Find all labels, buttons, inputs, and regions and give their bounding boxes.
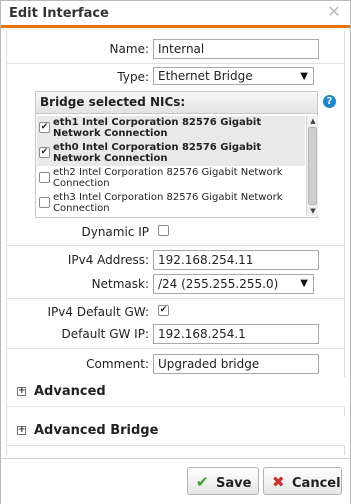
nic-checkbox-eth0[interactable]: ✔	[39, 147, 50, 158]
nic-label-eth1: eth1 Intel Corporation 82576 Gigabit Net…	[53, 117, 262, 139]
scrollbar-thumb[interactable]	[308, 127, 317, 205]
type-label: Type:	[117, 70, 149, 84]
default-gw-checkbox[interactable]: ✔	[158, 305, 169, 316]
nic-list-scrollbar[interactable]: ▲ ▼	[306, 116, 318, 216]
nic-item-eth1[interactable]: ✔ eth1 Intel Corporation 82576 Gigabit N…	[37, 116, 305, 141]
nic-item-eth0[interactable]: ✔ eth0 Intel Corporation 82576 Gigabit N…	[37, 141, 305, 166]
ipv4-input[interactable]: 192.168.254.11	[153, 250, 319, 270]
name-row: Name: Internal	[1, 39, 351, 59]
edit-interface-dialog: Edit Interface ✕ Name: Internal Type: Et…	[0, 0, 351, 504]
nic-checkbox-eth1[interactable]: ✔	[39, 122, 50, 133]
default-gw-label: IPv4 Default GW:	[47, 305, 150, 319]
default-gw-row: IPv4 Default GW: ✔	[1, 302, 351, 322]
netmask-select-value: /24 (255.255.255.0)	[158, 277, 279, 291]
scroll-up-icon[interactable]: ▲	[307, 116, 319, 126]
nic-checkbox-eth3[interactable]	[39, 197, 50, 208]
checkmark-icon: ✔	[196, 473, 209, 491]
default-gw-ip-row: Default GW IP: 192.168.254.1	[1, 324, 351, 344]
advanced-bridge-section-title: Advanced Bridge	[34, 423, 159, 438]
chevron-down-icon: ▼	[300, 278, 308, 289]
expand-icon[interactable]: +	[17, 387, 26, 396]
divider	[7, 348, 345, 349]
expand-icon[interactable]: +	[17, 426, 26, 435]
name-label: Name:	[109, 42, 149, 56]
default-gw-ip-input[interactable]: 192.168.254.1	[153, 324, 319, 344]
dynamic-ip-row: Dynamic IP	[1, 222, 351, 242]
comment-row: Comment: Upgraded bridge	[1, 354, 351, 374]
dialog-footer: ✔ Save ✖ Cancel	[1, 458, 350, 504]
nic-item-eth3[interactable]: eth3 Intel Corporation 82576 Gigabit Net…	[37, 191, 305, 216]
cancel-button-label: Cancel	[292, 476, 341, 491]
dialog-titlebar: Edit Interface ✕	[1, 1, 350, 28]
advanced-bridge-section[interactable]: + Advanced Bridge	[7, 416, 345, 446]
divider	[7, 245, 345, 246]
advanced-section-title: Advanced	[34, 384, 106, 399]
nic-item-eth2[interactable]: eth2 Intel Corporation 82576 Gigabit Net…	[37, 166, 305, 191]
nic-label-eth3: eth3 Intel Corporation 82576 Gigabit Net…	[53, 192, 283, 214]
cancel-button[interactable]: ✖ Cancel	[263, 467, 342, 495]
scroll-down-icon[interactable]: ▼	[307, 206, 319, 216]
chevron-down-icon: ▼	[300, 71, 308, 82]
divider	[7, 298, 345, 299]
cross-icon: ✖	[272, 473, 285, 491]
dialog-title: Edit Interface	[9, 6, 109, 21]
nic-label-eth2: eth2 Intel Corporation 82576 Gigabit Net…	[53, 167, 283, 189]
ipv4-label: IPv4 Address:	[67, 253, 149, 267]
ipv4-row: IPv4 Address: 192.168.254.11	[1, 250, 351, 270]
advanced-section[interactable]: + Advanced	[7, 377, 345, 407]
type-select-value: Ethernet Bridge	[158, 69, 253, 83]
name-input[interactable]: Internal	[153, 39, 319, 59]
close-icon[interactable]: ✕	[326, 4, 342, 20]
netmask-label: Netmask:	[91, 277, 149, 291]
type-row: Type: Ethernet Bridge ▼	[1, 67, 351, 87]
dynamic-ip-checkbox[interactable]	[158, 225, 169, 236]
divider	[7, 63, 345, 64]
netmask-row: Netmask: /24 (255.255.255.0) ▼	[1, 274, 351, 294]
comment-input[interactable]: Upgraded bridge	[153, 354, 319, 374]
type-select[interactable]: Ethernet Bridge ▼	[153, 67, 314, 85]
comment-label: Comment:	[86, 357, 149, 371]
netmask-select[interactable]: /24 (255.255.255.0) ▼	[153, 274, 314, 294]
save-button[interactable]: ✔ Save	[187, 467, 259, 495]
nic-items: ✔ eth1 Intel Corporation 82576 Gigabit N…	[37, 116, 305, 216]
nic-checkbox-eth2[interactable]	[39, 172, 50, 183]
default-gw-ip-label: Default GW IP:	[61, 327, 149, 341]
save-button-label: Save	[216, 476, 252, 491]
bridge-nics-title: Bridge selected NICs:	[36, 92, 317, 114]
help-icon[interactable]: ?	[323, 95, 336, 108]
dynamic-ip-label: Dynamic IP	[81, 225, 149, 239]
bridge-nics-list: Bridge selected NICs: ✔ eth1 Intel Corpo…	[35, 91, 318, 218]
nic-label-eth0: eth0 Intel Corporation 82576 Gigabit Net…	[53, 142, 262, 164]
